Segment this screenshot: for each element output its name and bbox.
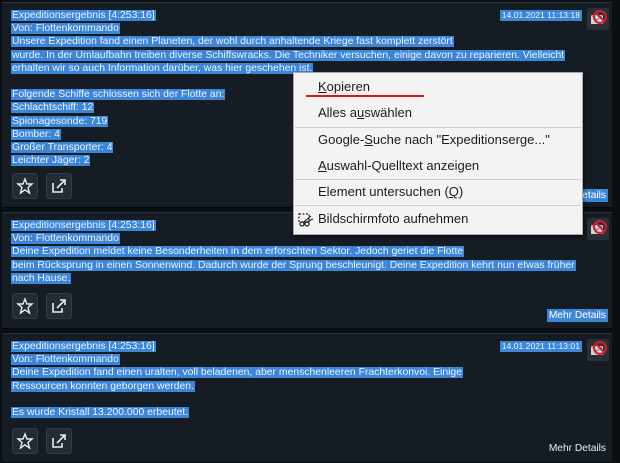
delete-message-button[interactable] — [587, 339, 609, 361]
favorite-button[interactable] — [12, 428, 38, 454]
message-line-blank — [11, 393, 604, 406]
share-button[interactable] — [46, 293, 72, 319]
share-icon — [52, 434, 66, 448]
delete-message-button[interactable] — [587, 8, 609, 30]
scissors-screenshot-icon — [298, 213, 314, 227]
message-card-3: Expeditionsergebnis [4:253:16] Von: Flot… — [2, 333, 612, 463]
favorite-button[interactable] — [12, 173, 38, 199]
message-line: nach Hause. — [11, 272, 72, 284]
delete-message-icon — [590, 341, 607, 355]
share-icon — [52, 299, 66, 313]
star-icon — [16, 432, 34, 450]
delete-message-icon — [590, 220, 607, 234]
star-icon — [16, 297, 34, 315]
red-underline-annotation — [306, 95, 424, 97]
favorite-button[interactable] — [12, 293, 38, 319]
delete-message-button[interactable] — [587, 218, 609, 240]
message-line: wurde. In der Umlaufbahn treiben diverse… — [11, 49, 566, 61]
message-date: 14.01.2021 11:13:18 — [499, 10, 582, 21]
message-line: beim Rücksprung in einen Sonnenwind. Dad… — [11, 259, 576, 271]
context-menu-inspect-element[interactable]: Element untersuchen (Q) — [294, 180, 582, 204]
share-button[interactable] — [46, 173, 72, 199]
message-line: Unsere Expedition fand einen Planeten, d… — [11, 36, 454, 48]
message-line: Deine Expedition fand einen uralten, vol… — [11, 367, 463, 379]
delete-message-icon — [590, 10, 607, 24]
context-menu-take-screenshot[interactable]: Bildschirmfoto aufnehmen — [294, 207, 582, 231]
menu-separator — [295, 205, 581, 206]
more-details-link[interactable]: Mehr Details — [547, 442, 608, 455]
message-line: Deine Expedition meldet keine Besonderhe… — [11, 246, 465, 258]
message-line: Von: Flottenkommando — [11, 23, 120, 35]
context-menu-select-all[interactable]: Alles auswählen — [294, 101, 582, 125]
context-menu-google-search[interactable]: Google-Suche nach "Expeditionserge..." — [294, 128, 582, 152]
message-line: Ressourcen konnten geborgen werden. — [11, 380, 195, 392]
message-date: 14.01.2021 11:13:01 — [499, 341, 582, 352]
share-icon — [52, 179, 66, 193]
message-line: Es wurde Kristall 13.200.000 erbeutet. — [11, 406, 190, 418]
context-menu-view-selection-source[interactable]: Auswahl-Quelltext anzeigen — [294, 154, 582, 178]
message-line: Von: Flottenkommando — [11, 354, 120, 366]
share-button[interactable] — [46, 428, 72, 454]
more-details-link[interactable]: Mehr Details — [546, 309, 608, 322]
star-icon — [16, 177, 34, 195]
